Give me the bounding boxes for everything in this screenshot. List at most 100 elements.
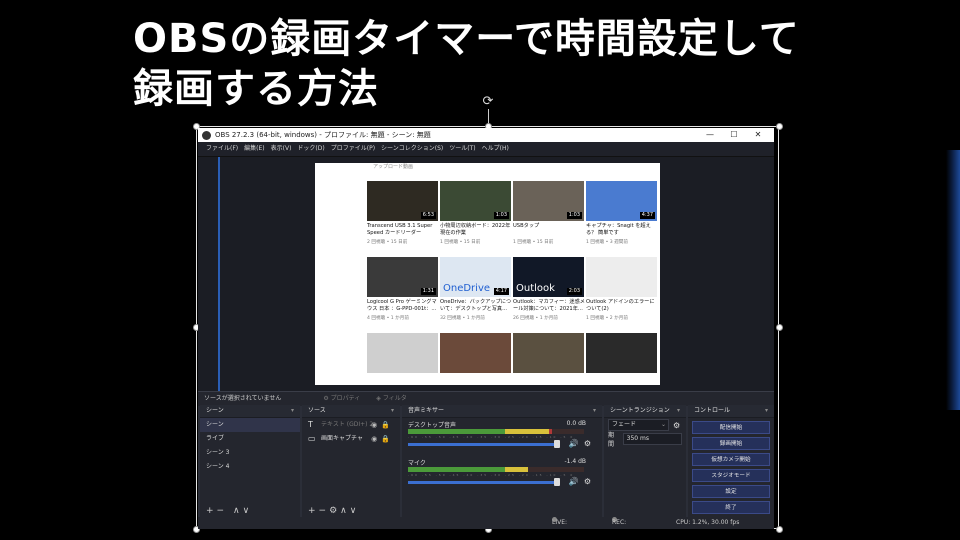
video-title[interactable]: キャプチャ：Snagit を超える？ 簡単です bbox=[586, 223, 658, 237]
remove-source-icon[interactable]: − bbox=[319, 506, 330, 516]
remove-scene-icon[interactable]: − bbox=[217, 506, 228, 516]
source-visibility-lock-icons[interactable]: ◉🔒 bbox=[371, 418, 394, 432]
close-icon[interactable]: ✕ bbox=[746, 128, 770, 142]
exit-button[interactable]: 終了 bbox=[692, 501, 770, 514]
transition-settings-icon[interactable]: ⚙ bbox=[673, 421, 680, 430]
preview-canvas[interactable]: アップロード動画 6:53 Transcend USB 3.1 Super Spe… bbox=[198, 157, 774, 391]
meter-unfilled bbox=[527, 467, 584, 472]
maximize-icon[interactable]: ☐ bbox=[722, 128, 746, 142]
volume-slider[interactable] bbox=[408, 440, 560, 448]
move-down-icon[interactable]: ∨ bbox=[350, 506, 360, 516]
video-thumbnail[interactable] bbox=[367, 333, 438, 373]
add-scene-icon[interactable]: + bbox=[206, 506, 217, 516]
video-title[interactable]: Transcend USB 3.1 Super Speed カードリーダー bbox=[367, 223, 439, 237]
menu-file[interactable]: ファイル(F) bbox=[206, 142, 238, 156]
video-title[interactable]: Logicool G Pro ゲーミングマウス 日本 ：G-PPD-001t：.… bbox=[367, 299, 439, 313]
menu-tools[interactable]: ツール(T) bbox=[449, 142, 475, 156]
menu-edit[interactable]: 編集(E) bbox=[244, 142, 264, 156]
menu-dock[interactable]: ドック(D) bbox=[297, 142, 324, 156]
dock-menu-icon[interactable]: ▾ bbox=[391, 405, 394, 417]
display-capture-icon: ▭ bbox=[308, 434, 316, 443]
add-source-icon[interactable]: + bbox=[308, 506, 319, 516]
video-thumbnail[interactable] bbox=[586, 333, 657, 373]
menu-help[interactable]: ヘルプ(H) bbox=[482, 142, 509, 156]
video-thumbnail[interactable] bbox=[586, 257, 657, 297]
source-visibility-lock-icons[interactable]: ◉🔒 bbox=[371, 432, 394, 446]
video-thumbnail[interactable]: 1:03 bbox=[513, 181, 584, 221]
scene-item[interactable]: ライブ bbox=[200, 432, 300, 446]
video-duration: 1:03 bbox=[493, 212, 509, 219]
video-title[interactable]: USBタップ bbox=[513, 223, 585, 230]
mixer-header: 音声ミキサー ▾ bbox=[402, 405, 602, 418]
start-streaming-button[interactable]: 配信開始 bbox=[692, 421, 770, 434]
sources-header: ソース ▾ bbox=[302, 405, 400, 418]
dock-menu-icon[interactable]: ▾ bbox=[677, 405, 680, 417]
dock-menu-icon[interactable]: ▾ bbox=[593, 405, 596, 417]
video-meta: 1 回視聴 • 15 日前 bbox=[513, 240, 554, 245]
settings-button[interactable]: 設定 bbox=[692, 485, 770, 498]
video-thumbnail[interactable]: OneDrive 4:17 bbox=[440, 257, 511, 297]
scenes-title: シーン bbox=[206, 407, 224, 414]
menu-scene-collection[interactable]: シーンコレクション(S) bbox=[381, 142, 443, 156]
duration-input[interactable]: 350 ms bbox=[622, 433, 682, 445]
cpu-status: CPU: 1.2%, 30.00 fps bbox=[676, 519, 740, 526]
resize-handle-bottom-right[interactable] bbox=[776, 526, 783, 533]
video-title[interactable]: Outlook：マカフィー：迷惑メール対策について：2021年... bbox=[513, 299, 585, 313]
dock-menu-icon[interactable]: ▾ bbox=[765, 405, 768, 417]
slider-knob[interactable] bbox=[554, 478, 560, 486]
scene-item[interactable]: シーン bbox=[200, 418, 300, 432]
source-item[interactable]: ▭ 画面キャプチャ ◉🔒 bbox=[302, 432, 400, 446]
video-title[interactable]: 小物周辺収納ボード：2022年現在の作業 bbox=[440, 223, 512, 237]
video-thumbnail[interactable]: 1:31 bbox=[367, 257, 438, 297]
video-title[interactable]: OneDrive：バックアップについて：デスクトップと写真... bbox=[440, 299, 512, 313]
source-settings-icon[interactable]: ⚙ bbox=[329, 506, 340, 516]
scene-item[interactable]: シーン 3 bbox=[200, 446, 300, 460]
live-time: LIVE: 00:00:00 bbox=[552, 519, 568, 526]
start-recording-button[interactable]: 録画開始 bbox=[692, 437, 770, 450]
video-title[interactable]: Outlook アドインのエラーについて(2) bbox=[586, 299, 658, 313]
move-down-icon[interactable]: ∨ bbox=[243, 506, 253, 516]
resize-handle-top-right[interactable] bbox=[776, 123, 783, 130]
scene-item[interactable]: シーン 4 bbox=[200, 460, 300, 474]
video-thumbnail[interactable] bbox=[440, 333, 511, 373]
source-item[interactable]: T テキスト (GDI+) 2 ◉🔒 bbox=[302, 418, 400, 432]
transition-select[interactable]: フェード ⌄ bbox=[608, 419, 669, 431]
move-up-icon[interactable]: ∧ bbox=[340, 506, 350, 516]
channel-mute-settings-icons[interactable]: 🔊⚙ bbox=[569, 439, 596, 448]
menu-view[interactable]: 表示(V) bbox=[271, 142, 292, 156]
properties-label: プロパティ bbox=[330, 395, 361, 402]
menu-profile[interactable]: プロファイル(P) bbox=[331, 142, 375, 156]
dock-menu-icon[interactable]: ▾ bbox=[291, 405, 294, 417]
video-thumbnail[interactable]: Outlook 2:03 bbox=[513, 257, 584, 297]
video-thumbnail[interactable]: 6:53 bbox=[367, 181, 438, 221]
window-title: OBS 27.2.3 (64-bit, windows) - プロファイル: 無… bbox=[215, 131, 431, 139]
sources-title: ソース bbox=[308, 407, 326, 414]
filters-button[interactable]: ◈ フィルタ bbox=[376, 392, 406, 406]
studio-mode-button[interactable]: スタジオモード bbox=[692, 469, 770, 482]
video-thumbnail[interactable]: 1:03 bbox=[440, 181, 511, 221]
slide: OBSの録画タイマーで時間設定して 録画する方法 ⟳ OBS 27.2.3 (6… bbox=[0, 0, 960, 540]
volume-slider[interactable] bbox=[408, 478, 560, 486]
video-thumbnail[interactable]: 4:37 bbox=[586, 181, 657, 221]
move-up-icon[interactable]: ∧ bbox=[233, 506, 243, 516]
video-thumbnail[interactable] bbox=[513, 333, 584, 373]
video-duration: 1:31 bbox=[420, 288, 436, 295]
transitions-header: シーントランジション ▾ bbox=[604, 405, 686, 418]
start-virtual-camera-button[interactable]: 仮想カメラ開始 bbox=[692, 453, 770, 466]
slider-knob[interactable] bbox=[554, 440, 560, 448]
minimize-icon[interactable]: — bbox=[698, 128, 722, 142]
transitions-dock: シーントランジション ▾ フェード ⌄ ⚙ 期間 350 ms bbox=[604, 405, 686, 517]
source-toolbar: ソースが選択されていません ⚙ プロパティ ◈ フィルタ bbox=[198, 391, 774, 406]
dock-area: シーン ▾ シーン ライブ シーン 3 シーン 4 +− ∧∨ ソース ▾ T テキ… bbox=[198, 405, 774, 517]
slide-title-line-1: OBSの録画タイマーで時間設定して bbox=[133, 16, 800, 62]
background-glow bbox=[946, 150, 960, 410]
properties-button[interactable]: ⚙ プロパティ bbox=[323, 392, 360, 406]
status-bar: LIVE: 00:00:00 REC: 00:00:00 CPU: 1.2%, … bbox=[198, 517, 774, 529]
rotate-handle-icon[interactable]: ⟳ bbox=[481, 95, 495, 109]
chevron-down-icon: ⌄ bbox=[660, 421, 666, 428]
resize-handle-right[interactable] bbox=[776, 324, 783, 331]
mixer-channel: デスクトップ音声 0.0 dB -60 -55 -50 -45 -40 -35 … bbox=[402, 418, 602, 456]
channel-mute-settings-icons[interactable]: 🔊⚙ bbox=[569, 477, 596, 486]
video-meta: 32 回視聴 • 1 か月前 bbox=[440, 316, 485, 321]
video-meta: 1 回視聴 • 2 か月前 bbox=[586, 316, 628, 321]
